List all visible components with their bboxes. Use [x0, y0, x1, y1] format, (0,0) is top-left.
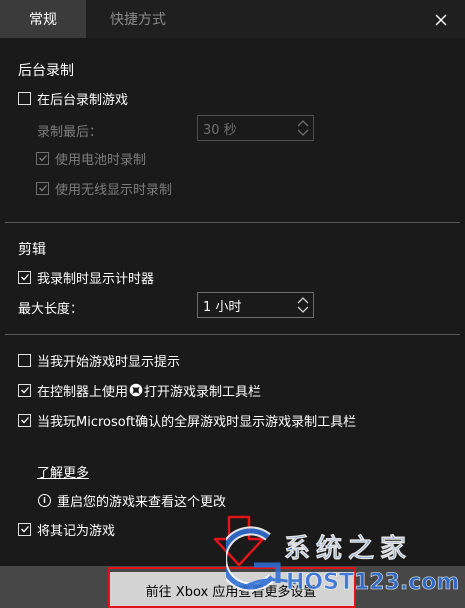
divider — [5, 222, 460, 223]
checkbox-label: 当我开始游戏时显示提示 — [37, 354, 181, 370]
footer-bar: 前往 Xbox 应用查看更多设置 — [0, 566, 465, 608]
tab-shortcuts[interactable]: 快捷方式 — [110, 0, 166, 38]
settings-panel: 后台录制 在后台录制游戏 录制最后： 30 秒 使用电池时录制 使用无线显示时录… — [0, 38, 465, 566]
max-length-label-row: 最大长度： — [18, 297, 83, 317]
learn-more-link[interactable]: 了解更多 — [37, 462, 89, 481]
record-in-background-checkbox[interactable]: 在后台录制游戏 — [18, 88, 128, 108]
record-last-label-row: 录制最后： — [37, 120, 102, 140]
checkbox-label: 在后台录制游戏 — [37, 92, 129, 108]
remember-as-game-checkbox[interactable]: 将其记为游戏 — [18, 519, 115, 539]
tab-bar: 常规 快捷方式 — [0, 0, 465, 38]
checkbox-box — [18, 413, 31, 427]
record-last-label: 录制最后： — [37, 124, 103, 140]
down-arrow-icon — [213, 515, 265, 567]
checkbox-box — [36, 151, 49, 165]
tab-general[interactable]: 常规 — [0, 0, 86, 38]
checkbox-box — [18, 522, 31, 536]
checkmark-icon — [20, 417, 29, 424]
spinner-arrows-icon — [297, 120, 309, 136]
max-length-select[interactable]: 1 小时 — [197, 292, 314, 318]
checkbox-box — [18, 91, 31, 105]
open-xbox-app-button[interactable]: 前往 Xbox 应用查看更多设置 — [108, 572, 354, 608]
record-last-select[interactable]: 30 秒 — [197, 115, 314, 141]
restart-notice-text: 重启您的游戏来查看这个更改 — [57, 494, 227, 510]
max-length-value: 1 小时 — [203, 299, 242, 315]
max-length-label: 最大长度： — [18, 301, 84, 317]
section-heading-clips: 剪辑 — [18, 242, 46, 258]
record-last-value: 30 秒 — [203, 122, 237, 138]
checkbox-box — [18, 383, 31, 397]
checkmark-icon — [38, 185, 47, 192]
show-timer-checkbox[interactable]: 我录制时显示计时器 — [18, 267, 154, 287]
show-tips-checkbox[interactable]: 当我开始游戏时显示提示 — [18, 350, 180, 370]
close-button[interactable] — [430, 9, 452, 31]
checkbox-label: 使用电池时录制 — [55, 152, 147, 168]
checkmark-icon — [20, 274, 29, 281]
checkmark-icon — [20, 526, 29, 533]
checkbox-box — [36, 181, 49, 195]
checkbox-label: 当我玩Microsoft确认的全屏游戏时显示游戏录制工具栏 — [37, 414, 357, 430]
record-wireless-display-checkbox[interactable]: 使用无线显示时录制 — [36, 178, 172, 198]
record-on-battery-checkbox[interactable]: 使用电池时录制 — [36, 148, 146, 168]
info-icon: i — [38, 493, 51, 507]
checkbox-label: 使用无线显示时录制 — [55, 182, 173, 198]
checkbox-label-part2: 打开游戏录制工具栏 — [144, 384, 262, 400]
checkbox-label: 我录制时显示计时器 — [37, 271, 155, 287]
close-icon — [435, 14, 447, 26]
xbox-logo-icon — [129, 383, 143, 397]
checkbox-box — [18, 353, 31, 367]
controller-xbox-button-checkbox[interactable]: 在控制器上使用 打开游戏录制工具栏 — [18, 380, 261, 400]
restart-notice: i 重启您的游戏来查看这个更改 — [38, 490, 226, 510]
checkbox-box — [18, 270, 31, 284]
checkbox-label: 将其记为游戏 — [37, 523, 116, 539]
section-heading-background-recording: 后台录制 — [18, 63, 74, 79]
divider — [5, 334, 460, 335]
spinner-arrows-icon — [297, 297, 309, 313]
checkmark-icon — [20, 387, 29, 394]
fullscreen-toolbar-checkbox[interactable]: 当我玩Microsoft确认的全屏游戏时显示游戏录制工具栏 — [18, 410, 356, 430]
checkmark-icon — [38, 155, 47, 162]
checkbox-label-part1: 在控制器上使用 — [37, 384, 129, 400]
